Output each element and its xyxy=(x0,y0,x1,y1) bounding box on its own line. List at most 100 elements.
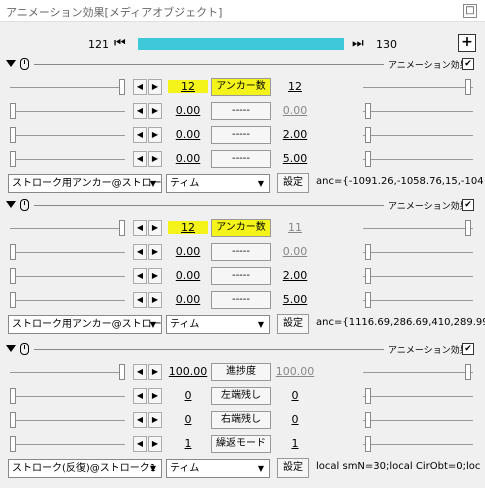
right-slider-track[interactable] xyxy=(363,444,473,445)
left-slider-track[interactable] xyxy=(10,372,125,373)
section-enable-checkbox[interactable]: ✔ xyxy=(462,343,474,355)
start-value[interactable]: 0.00 xyxy=(168,104,208,117)
left-slider-thumb[interactable] xyxy=(10,244,16,260)
left-slider-track[interactable] xyxy=(10,87,125,88)
increment-button[interactable]: ▶ xyxy=(148,220,162,236)
mode-select[interactable]: ティム ▼ xyxy=(166,174,270,193)
param-button[interactable]: ----- xyxy=(211,126,271,144)
param-button[interactable]: ----- xyxy=(211,243,271,261)
param-button[interactable]: ----- xyxy=(211,150,271,168)
decrement-button[interactable]: ◀ xyxy=(133,412,147,428)
increment-button[interactable]: ▶ xyxy=(148,388,162,404)
start-value[interactable]: 0.00 xyxy=(168,152,208,165)
right-slider-track[interactable] xyxy=(363,276,473,277)
end-value[interactable]: 0.00 xyxy=(275,245,315,258)
end-value[interactable]: 2.00 xyxy=(275,128,315,141)
decrement-button[interactable]: ◀ xyxy=(133,220,147,236)
script-select[interactable]: ストローク(反復)@ストローク1 ▼ xyxy=(8,459,162,478)
start-value[interactable]: 0.00 xyxy=(168,245,208,258)
right-slider-track[interactable] xyxy=(363,228,473,229)
section-enable-checkbox[interactable]: ✔ xyxy=(462,58,474,70)
left-slider-thumb[interactable] xyxy=(119,79,125,95)
right-slider-track[interactable] xyxy=(363,372,473,373)
right-slider-thumb[interactable] xyxy=(465,364,471,380)
left-slider-track[interactable] xyxy=(10,135,125,136)
decrement-button[interactable]: ◀ xyxy=(133,436,147,452)
end-value[interactable]: 100.00 xyxy=(275,365,315,378)
increment-button[interactable]: ▶ xyxy=(148,364,162,380)
left-slider-thumb[interactable] xyxy=(10,436,16,452)
left-slider-track[interactable] xyxy=(10,276,125,277)
end-value[interactable]: 0 xyxy=(275,389,315,402)
right-slider-thumb[interactable] xyxy=(365,151,371,167)
param-button[interactable]: 進捗度 xyxy=(211,363,271,381)
left-slider-track[interactable] xyxy=(10,300,125,301)
dropdown-arrow-icon[interactable]: ▼ xyxy=(146,317,160,332)
param-button[interactable]: 左端残し xyxy=(211,387,271,405)
collapse-arrow-icon[interactable] xyxy=(6,60,16,67)
frame-seekbar[interactable] xyxy=(138,38,344,50)
dropdown-arrow-icon[interactable]: ▼ xyxy=(254,461,268,476)
increment-button[interactable]: ▶ xyxy=(148,79,162,95)
left-slider-track[interactable] xyxy=(10,444,125,445)
left-slider-thumb[interactable] xyxy=(10,127,16,143)
mode-select[interactable]: ティム ▼ xyxy=(166,315,270,334)
left-slider-thumb[interactable] xyxy=(10,151,16,167)
right-slider-track[interactable] xyxy=(363,300,473,301)
title-checkbox[interactable]: □ xyxy=(463,4,477,18)
left-slider-thumb[interactable] xyxy=(10,412,16,428)
start-value[interactable]: 100.00 xyxy=(168,365,208,378)
decrement-button[interactable]: ◀ xyxy=(133,79,147,95)
end-value[interactable]: 5.00 xyxy=(275,293,315,306)
increment-button[interactable]: ▶ xyxy=(148,436,162,452)
prev-frame-icon[interactable]: ⏮ xyxy=(114,36,126,51)
increment-button[interactable]: ▶ xyxy=(148,127,162,143)
end-value[interactable]: 11 xyxy=(275,221,315,234)
start-value[interactable]: 12 xyxy=(168,221,208,234)
left-slider-track[interactable] xyxy=(10,228,125,229)
start-value[interactable]: 12 xyxy=(168,80,208,93)
decrement-button[interactable]: ◀ xyxy=(133,127,147,143)
script-select[interactable]: ストローク用アンカー@ストローク ▼ xyxy=(8,174,162,193)
increment-button[interactable]: ▶ xyxy=(148,268,162,284)
right-slider-thumb[interactable] xyxy=(365,436,371,452)
left-slider-thumb[interactable] xyxy=(10,268,16,284)
right-slider-track[interactable] xyxy=(363,111,473,112)
right-slider-thumb[interactable] xyxy=(465,79,471,95)
settings-button[interactable]: 設定 xyxy=(277,314,309,334)
param-button[interactable]: アンカー数 xyxy=(211,78,271,96)
decrement-button[interactable]: ◀ xyxy=(133,364,147,380)
dropdown-arrow-icon[interactable]: ▼ xyxy=(254,176,268,191)
end-value[interactable]: 1 xyxy=(275,437,315,450)
right-slider-thumb[interactable] xyxy=(365,268,371,284)
right-slider-track[interactable] xyxy=(363,87,473,88)
param-button[interactable]: ----- xyxy=(211,102,271,120)
start-value[interactable]: 1 xyxy=(168,437,208,450)
settings-button[interactable]: 設定 xyxy=(277,173,309,193)
param-button[interactable]: 右端残し xyxy=(211,411,271,429)
left-slider-track[interactable] xyxy=(10,159,125,160)
increment-button[interactable]: ▶ xyxy=(148,412,162,428)
left-slider-track[interactable] xyxy=(10,252,125,253)
right-slider-track[interactable] xyxy=(363,420,473,421)
right-slider-track[interactable] xyxy=(363,159,473,160)
add-filter-button[interactable]: + xyxy=(458,34,476,52)
decrement-button[interactable]: ◀ xyxy=(133,151,147,167)
start-value[interactable]: 0.00 xyxy=(168,128,208,141)
decrement-button[interactable]: ◀ xyxy=(133,244,147,260)
param-button[interactable]: ----- xyxy=(211,267,271,285)
script-select[interactable]: ストローク用アンカー@ストローク ▼ xyxy=(8,315,162,334)
right-slider-thumb[interactable] xyxy=(365,388,371,404)
right-slider-thumb[interactable] xyxy=(365,244,371,260)
right-slider-thumb[interactable] xyxy=(365,103,371,119)
end-value[interactable]: 2.00 xyxy=(275,269,315,282)
left-slider-thumb[interactable] xyxy=(10,388,16,404)
start-value[interactable]: 0 xyxy=(168,389,208,402)
left-slider-thumb[interactable] xyxy=(119,364,125,380)
collapse-arrow-icon[interactable] xyxy=(6,345,16,352)
settings-button[interactable]: 設定 xyxy=(277,458,309,478)
decrement-button[interactable]: ◀ xyxy=(133,388,147,404)
dropdown-arrow-icon[interactable]: ▼ xyxy=(146,176,160,191)
param-button[interactable]: ----- xyxy=(211,291,271,309)
right-slider-thumb[interactable] xyxy=(365,292,371,308)
